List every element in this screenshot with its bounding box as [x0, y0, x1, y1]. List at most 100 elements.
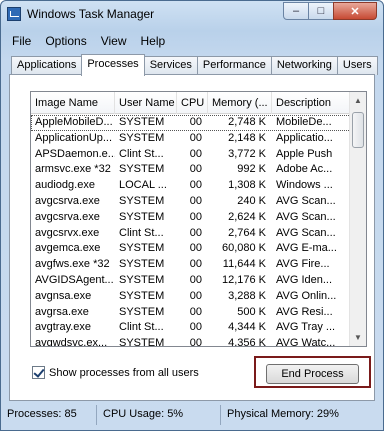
process-description: Adobe Ac...	[276, 163, 333, 176]
show-all-users-checkbox[interactable]	[32, 366, 45, 379]
table-row[interactable]: audiodg.exe LOCAL ... 00 1,308 K Windows ...	[31, 178, 351, 194]
process-cpu: 00	[189, 242, 202, 255]
show-all-users-label: Show processes from all users	[49, 366, 199, 379]
process-list[interactable]: Image Name User Name CPU Memory (... Des…	[30, 91, 367, 347]
process-image-name: AVGIDSAgent...	[35, 273, 114, 286]
process-memory: 2,624 K	[228, 210, 266, 223]
table-row[interactable]: AVGIDSAgent... SYSTEM 00 12,176 K AVG Iden..…	[31, 273, 351, 289]
table-row[interactable]: avgwdsvc.ex... SYSTEM 00 4,356 K AVG Watc...	[31, 336, 351, 347]
process-image-name: audiodg.exe	[35, 179, 95, 192]
tab-processes[interactable]: Processes	[81, 54, 145, 76]
process-user-name: Clint St...	[119, 321, 164, 334]
menu-bar: File Options View Help	[5, 31, 172, 51]
process-cpu: 00	[189, 226, 202, 239]
table-row[interactable]: ApplicationUp... SYSTEM 00 2,148 K Applicati…	[31, 131, 351, 147]
tab-strip: Applications Processes Services Performa…	[11, 54, 378, 76]
status-processes: Processes: 85	[1, 405, 97, 425]
process-image-name: avgfws.exe *32	[35, 258, 110, 271]
table-row[interactable]: avgtray.exe Clint St... 00 4,344 K AVG Tray …	[31, 320, 351, 336]
process-image-name: avgnsa.exe	[35, 289, 92, 302]
process-description: AVG Tray ...	[276, 321, 336, 334]
table-row[interactable]: avgcsrva.exe SYSTEM 00 2,624 K AVG Scan...	[31, 210, 351, 226]
processes-panel: Image Name User Name CPU Memory (... Des…	[9, 74, 375, 401]
tab-services[interactable]: Services	[143, 56, 198, 75]
process-image-name: ApplicationUp...	[35, 131, 113, 144]
table-row[interactable]: avgfws.exe *32 SYSTEM 00 11,644 K AVG Fire..…	[31, 257, 351, 273]
status-bar: Processes: 85 CPU Usage: 5% Physical Mem…	[1, 403, 383, 427]
process-description: AVG Onlin...	[276, 289, 337, 302]
process-cpu: 00	[189, 273, 202, 286]
tab-applications[interactable]: Applications	[11, 56, 83, 75]
process-description: MobileDe...	[276, 116, 332, 128]
process-memory: 3,772 K	[228, 147, 266, 160]
process-description: AVG Scan...	[276, 210, 336, 223]
table-row[interactable]: avgcsrvx.exe Clint St... 00 2,764 K AVG Scan…	[31, 226, 351, 242]
process-memory: 3,288 K	[228, 289, 266, 302]
status-cpu-usage: CPU Usage: 5%	[97, 405, 221, 425]
process-memory: 2,148 K	[228, 131, 266, 144]
process-memory: 4,344 K	[228, 321, 266, 334]
process-user-name: SYSTEM	[119, 289, 165, 302]
vertical-scrollbar[interactable]: ▲ ▼	[349, 92, 366, 346]
process-image-name: avgrsa.exe	[35, 305, 89, 318]
process-cpu: 00	[189, 321, 202, 334]
window-title: Windows Task Manager	[27, 7, 155, 21]
end-process-button[interactable]: End Process	[266, 364, 359, 384]
process-description: AVG Resi...	[276, 305, 333, 318]
process-user-name: SYSTEM	[119, 337, 165, 347]
maximize-button[interactable]: □	[308, 2, 334, 20]
minimize-button[interactable]: ‒	[283, 2, 309, 20]
process-memory: 12,176 K	[221, 273, 266, 286]
scroll-down-icon[interactable]: ▼	[350, 329, 366, 346]
process-image-name: avgcsrvx.exe	[35, 226, 100, 239]
table-row[interactable]: avgemca.exe SYSTEM 00 60,080 K AVG E-ma...	[31, 241, 351, 257]
column-cpu[interactable]: CPU	[177, 92, 208, 114]
close-button[interactable]: ✕	[333, 2, 377, 20]
scroll-up-icon[interactable]: ▲	[350, 92, 366, 109]
column-user-name[interactable]: User Name	[115, 92, 177, 114]
task-manager-icon	[7, 7, 21, 21]
process-user-name: SYSTEM	[119, 163, 165, 176]
process-image-name: avgtray.exe	[35, 321, 92, 334]
scrollbar-thumb[interactable]	[352, 112, 364, 148]
menu-help[interactable]: Help	[134, 31, 173, 51]
process-description: AVG E-ma...	[276, 242, 337, 255]
process-user-name: SYSTEM	[119, 258, 165, 271]
table-row[interactable]: avgnsa.exe SYSTEM 00 3,288 K AVG Onlin...	[31, 289, 351, 305]
process-memory: 500 K	[237, 305, 266, 318]
table-row[interactable]: avgcsrva.exe SYSTEM 00 240 K AVG Scan...	[31, 194, 351, 210]
process-user-name: SYSTEM	[119, 242, 165, 255]
process-description: Apple Push	[276, 147, 333, 160]
menu-view[interactable]: View	[94, 31, 134, 51]
process-cpu: 00	[189, 194, 202, 207]
menu-options[interactable]: Options	[38, 31, 93, 51]
show-all-users-option[interactable]: Show processes from all users	[32, 366, 199, 379]
table-row[interactable]: avgrsa.exe SYSTEM 00 500 K AVG Resi...	[31, 305, 351, 321]
title-bar[interactable]: Windows Task Manager ‒ □ ✕	[1, 1, 383, 27]
column-image-name[interactable]: Image Name	[31, 92, 115, 114]
process-user-name: SYSTEM	[119, 273, 165, 286]
table-row[interactable]: AppleMobileD... SYSTEM 00 2,748 K MobileDe..…	[31, 115, 351, 131]
process-cpu: 00	[189, 163, 202, 176]
process-user-name: SYSTEM	[119, 116, 165, 128]
process-image-name: avgwdsvc.ex...	[35, 337, 108, 347]
process-cpu: 00	[189, 210, 202, 223]
process-user-name: Clint St...	[119, 226, 164, 239]
column-description[interactable]: Description	[272, 92, 351, 114]
table-row[interactable]: APSDaemon.e... Clint St... 00 3,772 K Apple …	[31, 147, 351, 163]
process-user-name: SYSTEM	[119, 305, 165, 318]
process-user-name: SYSTEM	[119, 210, 165, 223]
process-description: AVG Watc...	[276, 337, 336, 347]
tab-networking[interactable]: Networking	[270, 56, 338, 75]
column-memory[interactable]: Memory (...	[208, 92, 272, 114]
table-row[interactable]: armsvc.exe *32 SYSTEM 00 992 K Adobe Ac...	[31, 162, 351, 178]
process-user-name: SYSTEM	[119, 131, 165, 144]
process-cpu: 00	[189, 289, 202, 302]
process-cpu: 00	[189, 337, 202, 347]
process-description: AVG Scan...	[276, 226, 336, 239]
process-image-name: avgcsrva.exe	[35, 194, 100, 207]
tab-performance[interactable]: Performance	[196, 56, 272, 75]
process-user-name: LOCAL ...	[119, 179, 167, 192]
menu-file[interactable]: File	[5, 31, 38, 51]
tab-users[interactable]: Users	[336, 56, 378, 75]
